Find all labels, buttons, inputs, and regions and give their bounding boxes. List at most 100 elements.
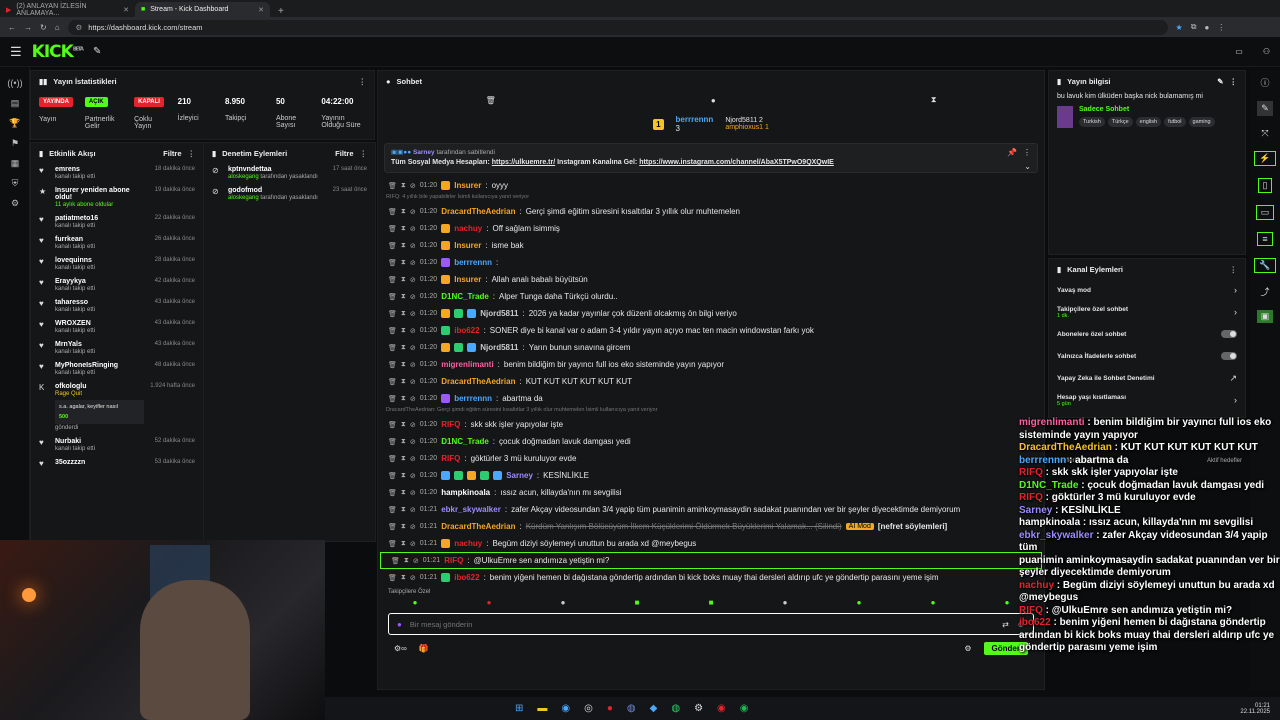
more-icon[interactable]: ⋮ <box>1230 265 1238 274</box>
activity-name[interactable]: MyPhoneIsRinging <box>55 362 118 369</box>
activity-item[interactable]: ♥ furrkean kanalı takip etti 26 dakika önce <box>31 233 203 254</box>
wrench-icon[interactable]: 🔧 <box>1254 258 1276 273</box>
chevron-right-icon[interactable]: › <box>1234 285 1237 295</box>
chat-message[interactable]: 🗑 ⧗ ⊘ 01:20 migrenlimanti: benim bildiğim bir… <box>378 356 1044 373</box>
delete-message-icon[interactable]: 🗑 <box>388 259 397 267</box>
timeout-icon[interactable]: ⧗ <box>401 242 406 250</box>
timeout-icon[interactable]: ⧗ <box>401 361 406 369</box>
chrome-icon[interactable]: ◉ <box>717 703 726 714</box>
site-info-icon[interactable]: ⚙ <box>76 23 83 32</box>
ban-icon[interactable]: ⊘ <box>410 276 416 284</box>
timeout-icon[interactable]: ⧗ <box>401 182 406 190</box>
delete-message-icon[interactable]: 🗑 <box>388 344 397 352</box>
home-icon[interactable]: ⌂ <box>55 23 60 32</box>
activity-name[interactable]: patiatmeto16 <box>55 215 98 222</box>
close-icon[interactable]: ✕ <box>258 6 264 14</box>
activity-item[interactable]: ♥ lovequinns kanalı takip etti 28 dakika ön… <box>31 254 203 275</box>
channel-action-item[interactable]: Abonelere özel sohbet <box>1049 323 1245 345</box>
activity-item[interactable]: ♥ WROXZEN kanalı takip etti 43 dakika önce <box>31 317 203 338</box>
activity-name[interactable]: MrnYals <box>55 341 95 348</box>
pinned-by[interactable]: Sarney <box>413 149 435 156</box>
ban-icon[interactable]: ⊘ <box>410 361 416 369</box>
ban-icon[interactable]: ⊘ <box>410 310 416 318</box>
delete-message-icon[interactable]: 🗑 <box>388 310 397 318</box>
activity-item[interactable]: ♥ patiatmeto16 kanalı takip etti 22 dakika … <box>31 212 203 233</box>
stream-icon[interactable]: ((•)) <box>0 73 30 93</box>
tag-chip[interactable]: futbol <box>1164 117 1186 127</box>
chat-message[interactable]: 🗑 ⧗ ⊘ 01:20 Njord5811: Yarın bunun sınavına g… <box>378 339 1044 356</box>
whatsapp-icon[interactable]: ◍ <box>671 703 680 714</box>
category-name[interactable]: Sadece Sohbet <box>1079 106 1215 113</box>
ban-icon[interactable]: ⊘ <box>410 327 416 335</box>
leader-name[interactable]: Njord5811 <box>725 117 757 124</box>
delete-message-icon[interactable]: 🗑 <box>388 293 397 301</box>
pin-tool-icon[interactable]: ✎ <box>93 46 101 57</box>
chat-message[interactable]: 🗑 ⧗ ⊘ 01:20 DracardTheAedrian: KUT KUT KUT KU… <box>378 373 1044 390</box>
leader-name[interactable]: berrrennn <box>676 115 714 124</box>
app-icon[interactable]: ● <box>607 703 613 714</box>
ban-icon[interactable]: ⊘ <box>410 378 416 386</box>
app-icon[interactable]: ◆ <box>650 703 658 714</box>
delete-message-icon[interactable]: 🗑 <box>388 327 397 335</box>
activity-name[interactable]: Insurer yeniden abone oldu! <box>55 187 149 201</box>
kick-logo[interactable]: KICKBETA <box>32 42 84 62</box>
app-icon[interactable]: ⚙ <box>694 703 703 714</box>
expand-icon[interactable]: ⤧ <box>1261 128 1268 139</box>
chat-username[interactable]: Njord5811 <box>480 309 518 318</box>
pinned-link[interactable]: https://www.instagram.com/channel/AbaX5T… <box>639 159 834 166</box>
chat-bubble-icon[interactable]: ● <box>711 96 716 105</box>
delete-message-icon[interactable]: 🗑 <box>388 182 397 190</box>
unpin-icon[interactable]: 📌 <box>1007 148 1017 157</box>
steam-icon[interactable]: ◎ <box>584 703 593 714</box>
chat-username[interactable]: DracardTheAedrian <box>441 377 515 386</box>
browser-tab-kick[interactable]: ■ Stream - Kick Dashboard ✕ <box>135 2 270 17</box>
chat-username[interactable]: berrrennn <box>454 394 492 403</box>
delete-message-icon[interactable]: 🗑 <box>388 225 397 233</box>
toggle-switch[interactable] <box>1221 330 1237 338</box>
edit-icon[interactable]: ✎ <box>1257 101 1273 116</box>
chat-username[interactable]: Insurer <box>454 241 481 250</box>
chat-username[interactable]: Insurer <box>454 181 481 190</box>
chat-username[interactable]: ibo622 <box>454 326 479 335</box>
monetization-icon[interactable]: ▦ <box>0 153 30 173</box>
spotify-icon[interactable]: ◉ <box>740 703 749 714</box>
menu-icon[interactable]: ⋮ <box>1217 23 1225 32</box>
trash-icon[interactable]: 🗑 <box>486 96 496 105</box>
tag-chip[interactable]: Turkish <box>1079 117 1105 127</box>
discord-icon[interactable]: ◍ <box>627 703 636 714</box>
chat-message[interactable]: 🗑 ⧗ ⊘ 01:20 Njord5811:2026 ya kadar yayınlar… <box>378 305 1044 322</box>
timeout-icon[interactable]: ⧗ <box>401 208 406 216</box>
activity-name[interactable]: Erayykya <box>55 278 95 285</box>
info-icon[interactable]: ⓘ <box>1260 76 1269 89</box>
url-field[interactable]: ⚙ https://dashboard.kick.com/stream <box>67 19 1168 35</box>
dashboard-icon[interactable]: ▤ <box>0 93 30 113</box>
activity-name[interactable]: ofkologlu <box>55 383 144 390</box>
forward-icon[interactable]: → <box>24 23 32 32</box>
close-icon[interactable]: ✕ <box>123 6 129 14</box>
windows-start-icon[interactable]: ⊞ <box>515 703 523 714</box>
profile-icon[interactable]: ● <box>1204 23 1209 32</box>
timeout-icon[interactable]: ⧗ <box>401 259 406 267</box>
back-icon[interactable]: ← <box>8 23 16 32</box>
chat-message[interactable]: 🗑 ⧗ ⊘ 01:20 D1NC_Trade: Alper Tunga daha Türk… <box>378 288 1044 305</box>
delete-message-icon[interactable]: 🗑 <box>388 361 397 369</box>
more-icon[interactable]: ⋮ <box>188 149 196 158</box>
settings-icon[interactable]: ⚙ <box>0 193 30 213</box>
chat-icon[interactable]: ▭ <box>1255 205 1275 220</box>
activity-item[interactable]: ♥ emrens kanalı takip etti 18 dakika önce <box>31 163 203 184</box>
tag-chip[interactable]: Türkçe <box>1107 117 1133 127</box>
chat-username[interactable]: Insurer <box>454 275 481 284</box>
ban-icon[interactable]: ⊘ <box>410 259 416 267</box>
moderation-item[interactable]: ⊘ godofmod aloskegang tarafından yasakland… <box>204 184 375 205</box>
chat-username[interactable]: berrrennn <box>454 258 492 267</box>
ban-icon[interactable]: ⊘ <box>410 208 416 216</box>
timeout-icon[interactable]: ⧗ <box>401 310 406 318</box>
chat-username[interactable]: D1NC_Trade <box>441 292 489 301</box>
activity-item[interactable]: ♥ Erayykya kanalı takip etti 42 dakika önce <box>31 275 203 296</box>
ban-icon[interactable]: ⊘ <box>410 225 416 233</box>
delete-message-icon[interactable]: 🗑 <box>388 276 397 284</box>
timeout-icon[interactable]: ⧗ <box>401 225 406 233</box>
ban-icon[interactable]: ⊘ <box>410 293 416 301</box>
activity-name[interactable]: furrkean <box>55 236 95 243</box>
ban-icon[interactable]: ⊘ <box>410 395 416 403</box>
